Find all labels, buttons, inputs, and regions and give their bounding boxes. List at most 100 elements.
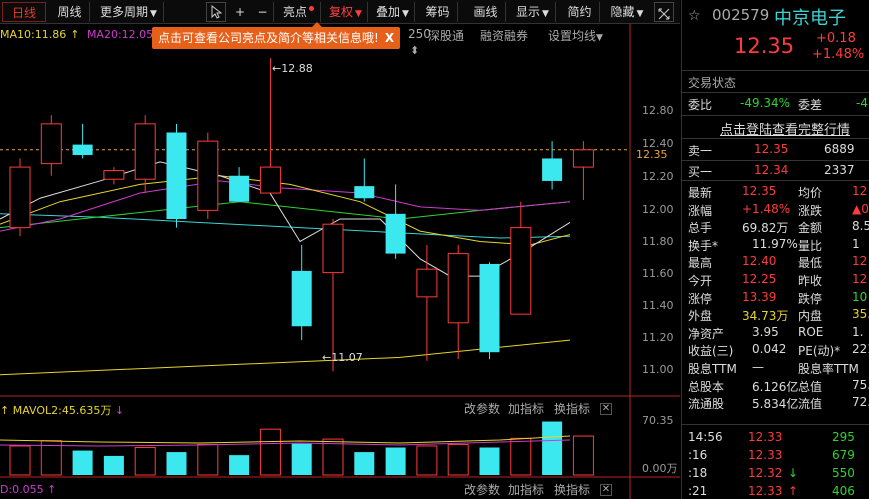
edit-params-button[interactable]: 改参数 <box>464 481 500 498</box>
candle-body <box>134 123 156 180</box>
candle-body <box>416 268 438 298</box>
stat-label: 股息TTM <box>688 362 737 376</box>
volume-bar <box>197 443 219 476</box>
volume-bar <box>385 447 406 475</box>
stat-value: 10 <box>852 289 868 304</box>
ma-settings-label: 设置均线 <box>548 29 597 43</box>
candle-body <box>479 263 500 353</box>
price-axis-label: 12.00 <box>642 203 674 216</box>
volume-bar <box>572 435 594 476</box>
stat-value: 1. <box>852 324 864 339</box>
candle-body <box>9 166 31 229</box>
switch-indicator-button[interactable]: 换指标 <box>554 481 590 498</box>
stat-value: 1 <box>852 236 860 251</box>
edit-params-button[interactable]: 改参数 <box>464 400 500 417</box>
weibi-value: -49.34% <box>740 96 791 110</box>
margin-trading-button[interactable]: 融资融券 <box>480 27 528 44</box>
stat-label: 均价 <box>798 186 823 200</box>
ask1-label: 卖一 <box>688 144 713 158</box>
stat-label: 最低 <box>798 256 823 271</box>
tick-time: :21 <box>688 484 708 498</box>
star-icon[interactable]: ☆ <box>688 8 701 24</box>
ma-settings-dropdown[interactable]: 设置均线▼ <box>548 27 603 44</box>
tick-price: 12.33 <box>748 484 783 498</box>
stat-label: 昨收 <box>798 274 823 288</box>
stat-value: 13.39 <box>742 289 777 304</box>
stat-value: 5.834亿 <box>752 397 799 412</box>
stat-label: PE(动)* <box>798 344 841 359</box>
volume-bar <box>447 443 469 476</box>
tick-volume: 679 <box>832 448 855 462</box>
price-axis-label: 12.80 <box>642 104 674 117</box>
down-arrow-icon: ↓ <box>114 404 125 417</box>
stat-label: 外盘 <box>688 309 713 324</box>
price-axis-label: 11.00 <box>642 363 674 376</box>
tick-time: 14:56 <box>688 430 723 444</box>
stat-label: 股息率TTM <box>798 362 859 376</box>
price-change-pct: +1.48% <box>812 47 865 62</box>
close-icon[interactable]: ✕ <box>600 403 612 415</box>
stat-value: 12.40 <box>742 254 777 269</box>
volume-bar <box>166 452 187 475</box>
tick-volume: 550 <box>832 466 855 480</box>
volume-legend: ↑ MAVOL2:45.635万 ↓ <box>0 402 124 418</box>
high-annotation: ←12.88 <box>272 62 313 75</box>
stock-code: 002579 <box>712 6 770 24</box>
price-axis-label: 11.40 <box>642 299 674 312</box>
hk-connect-button[interactable]: 深股通 <box>428 27 464 44</box>
stat-value: 12.35 <box>742 184 777 198</box>
quote-panel: ☆ 002579 中京电子 12.35 +0.18 +1.48% 交易状态 委比… <box>681 0 869 499</box>
add-indicator-button[interactable]: 加指标 <box>508 400 544 417</box>
switch-indicator-button[interactable]: 换指标 <box>554 400 590 417</box>
volume-bar <box>103 455 124 475</box>
add-indicator-button[interactable]: 加指标 <box>508 481 544 498</box>
stat-label: 量比 <box>798 238 823 253</box>
volume-bar <box>542 421 563 475</box>
close-icon[interactable]: ✕ <box>600 484 612 496</box>
weicha-value: -4 <box>856 96 868 110</box>
candle-body <box>385 213 406 254</box>
up-arrow-icon: ↑ <box>70 28 80 41</box>
stat-label: 最新 <box>688 186 713 200</box>
candle-body <box>354 186 375 199</box>
low-annotation: ←11.07 <box>322 351 363 364</box>
stat-value: 8.5 <box>852 219 869 234</box>
resize-handle-icon[interactable]: ⬍ <box>410 44 419 57</box>
candle-body <box>166 132 187 219</box>
ask1-volume: 6889 <box>824 142 855 156</box>
candle-body <box>542 158 563 181</box>
stat-label: 跌停 <box>798 291 823 306</box>
ma20-line <box>0 180 571 232</box>
divider <box>682 138 869 139</box>
divider <box>682 180 869 181</box>
candle-body <box>572 149 594 168</box>
divider <box>682 160 869 161</box>
price-change: +0.18 <box>816 31 856 46</box>
ma-legend: MA10:11.86↑ MA20:12.05↑ <box>0 28 170 41</box>
candle-body <box>40 123 62 165</box>
weibi-label: 委比 <box>688 98 713 112</box>
tick-volume: 406 <box>832 484 855 498</box>
volume-bar <box>322 438 344 476</box>
last-price-axis-label: 12.35 <box>636 148 668 161</box>
mavol-value: MAVOL2:45.635万 <box>12 404 112 417</box>
stat-value: 11.97% <box>752 236 798 251</box>
macd-legend: D:0.055 ↑ <box>0 483 56 496</box>
divider <box>682 92 869 93</box>
close-icon[interactable]: X <box>385 31 394 45</box>
stat-value: 12.25 <box>742 272 777 286</box>
low-value: 11.07 <box>331 351 363 364</box>
divider <box>682 70 869 71</box>
stat-label: 收益(三) <box>688 344 734 359</box>
candle-body <box>103 170 125 180</box>
up-arrow-icon: ↑ <box>788 484 799 498</box>
tick-price: 12.33 <box>748 430 783 444</box>
stat-label: 总手 <box>688 221 713 236</box>
candle-body <box>229 175 250 202</box>
login-link[interactable]: 点击登陆查看完整行情 <box>720 119 850 138</box>
ask1-price: 12.35 <box>754 142 789 156</box>
volume-bar <box>416 445 438 476</box>
stat-label: ROE <box>798 324 824 339</box>
candlestick-chart[interactable] <box>0 0 680 499</box>
stat-value: 3.95 <box>752 324 779 339</box>
